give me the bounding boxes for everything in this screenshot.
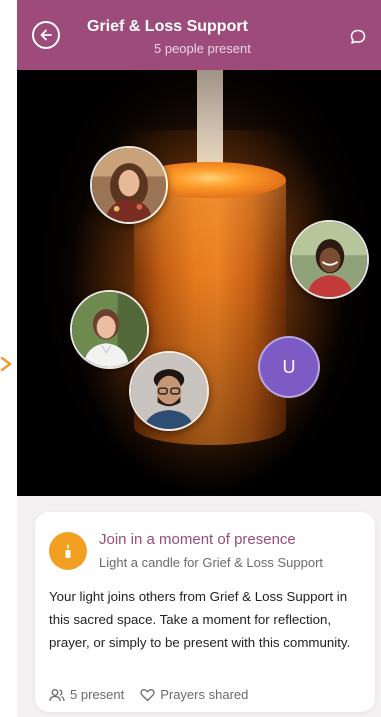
presence-count: 5 people present xyxy=(154,41,251,56)
participant-avatar[interactable] xyxy=(70,290,149,369)
user-avatar[interactable]: U xyxy=(258,336,320,398)
arrow-right-icon xyxy=(0,356,12,372)
candle-icon xyxy=(49,532,87,570)
header-bar: Grief & Loss Support 5 people present xyxy=(17,0,381,70)
chat-bubble-icon[interactable] xyxy=(349,28,367,46)
people-icon xyxy=(49,688,65,701)
present-label: 5 present xyxy=(70,687,125,702)
presence-card[interactable]: Join in a moment of presence Light a can… xyxy=(35,512,375,712)
card-description: Your light joins others from Grief & Los… xyxy=(49,589,351,650)
back-arrow-icon xyxy=(40,29,52,41)
card-footer: 5 present Prayers shared xyxy=(49,687,248,702)
participant-avatar[interactable] xyxy=(290,220,369,299)
page-title: Grief & Loss Support xyxy=(87,18,248,35)
card-title: Join in a moment of presence xyxy=(99,531,296,548)
prayers-shared[interactable]: Prayers shared xyxy=(140,687,248,702)
participant-avatar[interactable] xyxy=(129,351,209,431)
prayers-label: Prayers shared xyxy=(160,687,249,702)
card-subtitle: Light a candle for Grief & Loss Support xyxy=(99,555,324,570)
present-count: 5 present xyxy=(49,687,124,702)
back-button[interactable] xyxy=(32,21,60,49)
app-frame: Grief & Loss Support 5 people present U … xyxy=(17,0,381,717)
candle-room: U xyxy=(17,70,381,496)
heart-icon xyxy=(140,688,155,701)
participant-avatar[interactable] xyxy=(90,146,168,224)
